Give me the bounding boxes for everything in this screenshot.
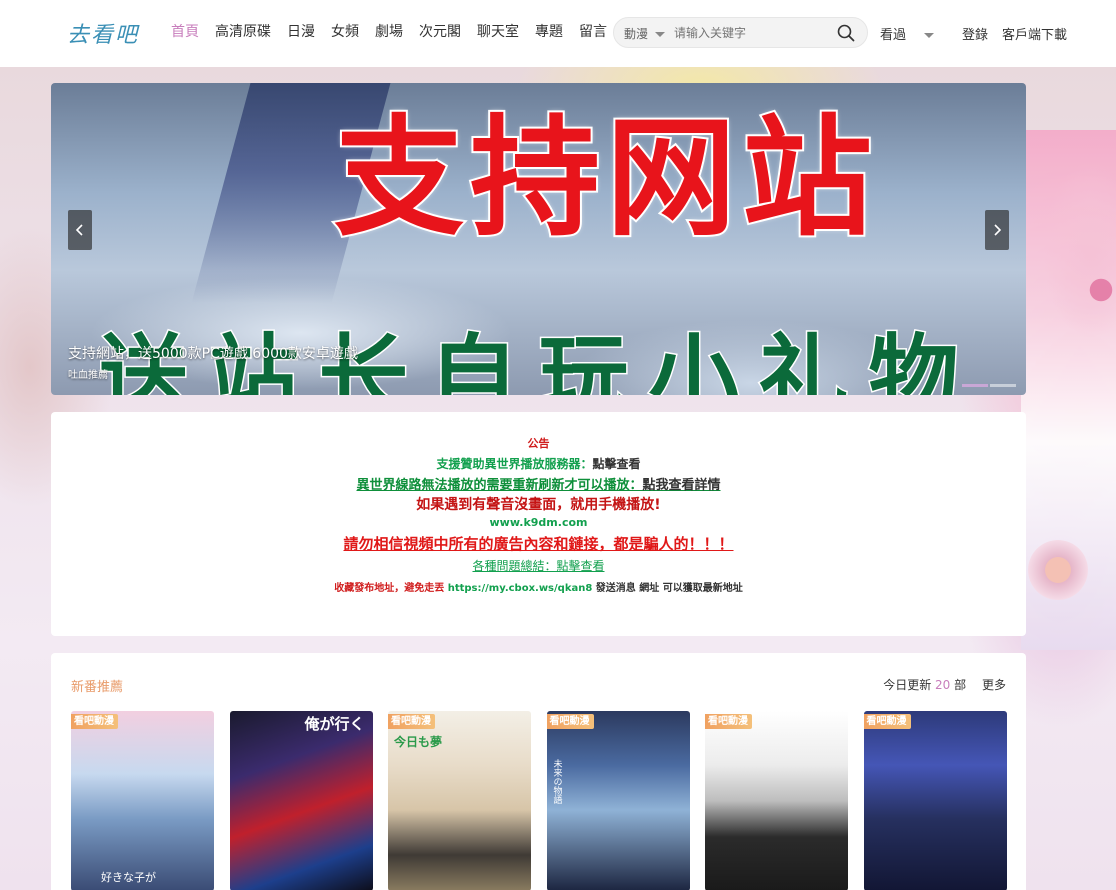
nav-item-chatroom[interactable]: 聊天室 [477, 23, 519, 41]
poster-text: 未来の物語 [551, 759, 562, 804]
site-badge: 看吧動漫 [388, 714, 435, 729]
nav-item-japanese-anime[interactable]: 日漫 [287, 23, 315, 41]
anime-card[interactable]: 看吧動漫 [705, 711, 848, 890]
history-label: 看過 [880, 28, 907, 43]
nav-item-female[interactable]: 女頻 [331, 23, 359, 41]
more-link[interactable]: 更多 [982, 678, 1006, 692]
chevron-right-icon [994, 224, 1002, 236]
anime-poster [864, 711, 1007, 890]
poster-text: 俺が行く [304, 715, 365, 733]
site-header: 去看吧 首頁 高清原碟 日漫 女頻 劇場 次元閣 聊天室 專題 留言 導航 動漫… [0, 0, 1116, 67]
notice-line: 如果遇到有聲音沒畫面，就用手機播放! [416, 497, 661, 513]
carousel-indicators [960, 384, 1016, 387]
chevron-down-icon [924, 33, 935, 38]
notice-line: 收藏發布地址，避免走丟 https://my.cbox.ws/qkan8 發送消… [51, 579, 1026, 594]
notice-text: 發送消息 網址 可以獲取最新地址 [595, 583, 743, 594]
search-box: 動漫 [613, 17, 868, 48]
sponsor-link[interactable]: 點擊查看 [593, 457, 641, 471]
chevron-left-icon [75, 224, 83, 236]
nav-item-dimension[interactable]: 次元閣 [419, 23, 461, 41]
notice-line[interactable]: 異世界線路無法播放的需要重新刷新才可以播放：點我查看詳情 [51, 474, 1026, 493]
site-badge: 看吧動漫 [863, 714, 911, 729]
site-badge: 看吧動漫 [705, 714, 752, 729]
anime-poster [71, 711, 214, 890]
today-count: 20 [935, 678, 951, 692]
section-meta: 今日更新 20 部 更多 [883, 676, 1006, 693]
anime-poster [547, 711, 690, 890]
search-input[interactable] [674, 24, 824, 42]
notice-text: 異世界線路無法播放的需要重新刷新才可以播放： [356, 478, 643, 493]
search-category-select[interactable]: 動漫 [624, 25, 665, 42]
today-label: 今日更新 [883, 678, 932, 692]
site-badge: 看吧動漫 [71, 714, 118, 729]
anime-poster [705, 711, 848, 890]
site-logo[interactable]: 去看吧 [67, 17, 139, 49]
chevron-down-icon [654, 32, 665, 37]
anime-card-list: 好きな子が 看吧動漫 俺が行く 今日も夢 看吧動漫 未来の物語 看吧動漫 看吧動… [71, 711, 1007, 890]
slide-subcaption: 吐血推薦 [68, 370, 108, 381]
background-ornament [1028, 540, 1088, 600]
anime-card[interactable]: 俺が行く [229, 711, 373, 890]
banner-art-text: 支持网站 [332, 101, 878, 255]
nav-item-hd[interactable]: 高清原碟 [215, 23, 271, 41]
anime-poster [230, 711, 373, 890]
notice-title: 公告 [527, 437, 550, 450]
details-link[interactable]: 點我查看詳情 [643, 478, 721, 493]
anime-card[interactable]: 今日も夢 看吧動漫 [388, 711, 531, 890]
section-title: 新番推薦 [71, 680, 124, 695]
notice-text: 支援贊助異世界播放服務器： [436, 457, 593, 471]
login-button[interactable]: 登錄 [962, 24, 988, 43]
announcement-panel: 公告 支援贊助異世界播放服務器：點擊查看 異世界線路無法播放的需要重新刷新才可以… [51, 412, 1026, 636]
anime-card[interactable]: 好きな子が 看吧動漫 [71, 711, 214, 890]
nav-item-theater[interactable]: 劇場 [375, 23, 403, 41]
poster-text: 今日も夢 [394, 735, 443, 749]
notice-text: 收藏發布地址，避免走丟 [334, 583, 445, 594]
history-button[interactable]: 看過 [880, 24, 948, 43]
nav-item-home[interactable]: 首頁 [171, 23, 199, 41]
banner-carousel[interactable]: 送站长自玩小礼物 支持网站 支持網站，送5000款PC遊戲 6000款安卓遊戲 … [51, 83, 1026, 395]
ad-warning: 請勿相信視頻中所有的廣告內容和鏈接，都是騙人的！！！ [343, 535, 734, 553]
poster-text: 好きな子が [101, 871, 156, 884]
search-category-label: 動漫 [624, 27, 649, 41]
site-badge: 看吧動漫 [546, 714, 594, 729]
header-actions: 看過 登錄 客戶端下載 [880, 24, 1081, 43]
carousel-next-button[interactable] [985, 210, 1009, 250]
cbox-link[interactable]: https://my.cbox.ws/qkan8 [448, 583, 593, 594]
anime-card[interactable]: 未来の物語 看吧動漫 [546, 711, 690, 890]
carousel-prev-button[interactable] [68, 210, 92, 250]
faq-link[interactable]: 各種問題總結：點擊查看 [51, 557, 1026, 574]
search-icon[interactable] [837, 24, 855, 42]
main-nav: 首頁 高清原碟 日漫 女頻 劇場 次元閣 聊天室 專題 留言 導航 [171, 23, 667, 41]
nav-item-messages[interactable]: 留言 [579, 23, 607, 41]
site-url[interactable]: www.k9dm.com [51, 516, 1026, 529]
carousel-dot[interactable] [990, 384, 1016, 387]
anime-card[interactable]: 看吧動漫 [863, 711, 1007, 890]
notice-line: 支援贊助異世界播放服務器：點擊查看 [51, 455, 1026, 472]
nav-item-topics[interactable]: 專題 [535, 23, 563, 41]
app-download-link[interactable]: 客戶端下載 [1002, 24, 1067, 43]
carousel-dot[interactable] [962, 384, 988, 387]
new-anime-section: 新番推薦 今日更新 20 部 更多 好きな子が 看吧動漫 俺が行く 今日も夢 看… [51, 653, 1026, 890]
slide-caption[interactable]: 支持網站，送5000款PC遊戲 6000款安卓遊戲 [68, 343, 358, 363]
today-unit: 部 [954, 678, 967, 692]
